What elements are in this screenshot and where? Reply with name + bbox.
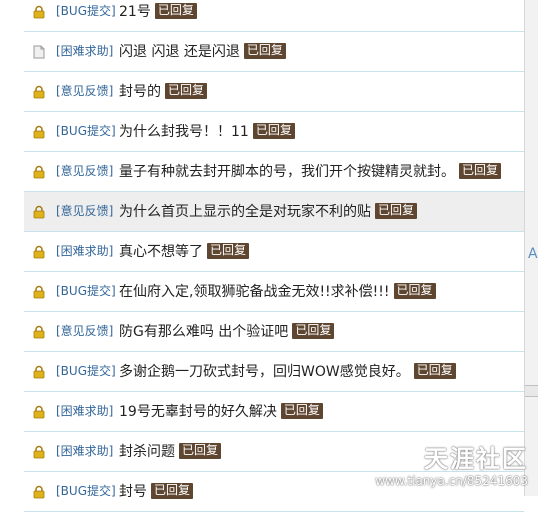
site-watermark: 天涯社区 www.tianya.cn/85241603 bbox=[375, 439, 528, 488]
category-link[interactable]: [BUG提交] bbox=[56, 482, 116, 499]
lock-icon bbox=[33, 245, 45, 259]
side-panel-letter: A bbox=[528, 246, 538, 262]
category-link[interactable]: [BUG提交] bbox=[56, 362, 116, 379]
lock-icon bbox=[33, 5, 45, 19]
category-link[interactable]: [意见反馈] bbox=[56, 82, 113, 99]
replied-badge: 已回复 bbox=[165, 83, 208, 99]
replied-badge: 已回复 bbox=[154, 3, 197, 19]
lock-icon bbox=[33, 205, 45, 219]
document-icon bbox=[33, 45, 45, 59]
thread-title-link[interactable]: 为什么封我号！！11 bbox=[119, 124, 249, 140]
watermark-logo: 天涯社区 bbox=[424, 445, 528, 473]
thread-row[interactable]: [困难求助] 真心不想等了 已回复 bbox=[24, 232, 524, 272]
thread-title-link[interactable]: 21号 bbox=[119, 4, 151, 20]
lock-icon bbox=[33, 285, 45, 299]
category-link[interactable]: [BUG提交] bbox=[56, 282, 116, 299]
thread-title-link[interactable]: 闪退 闪退 还是闪退 bbox=[119, 44, 240, 60]
thread-title-link[interactable]: 为什么首页上显示的全是对玩家不利的贴 bbox=[119, 204, 371, 220]
thread-row[interactable]: [意见反馈] 封号的 已回复 bbox=[24, 72, 524, 112]
category-link[interactable]: [意见反馈] bbox=[56, 202, 113, 219]
replied-badge: 已回复 bbox=[375, 203, 418, 219]
lock-icon bbox=[33, 365, 45, 379]
thread-title-link[interactable]: 19号无辜封号的好久解决 bbox=[119, 404, 277, 420]
thread-title-link[interactable]: 量子有种就去封开脚本的号，我们开个按键精灵就封。 bbox=[119, 164, 455, 180]
thread-row-hovered[interactable]: [意见反馈] 为什么首页上显示的全是对玩家不利的贴 已回复 bbox=[24, 192, 524, 232]
thread-list: [BUG提交] 21号 已回复 [困难求助] 闪退 闪退 还是闪退 已回复 [意见反… bbox=[0, 0, 524, 512]
category-link[interactable]: [意见反馈] bbox=[56, 322, 113, 339]
replied-badge: 已回复 bbox=[179, 443, 222, 459]
thread-row[interactable]: [意见反馈] 量子有种就去封开脚本的号，我们开个按键精灵就封。 已回复 bbox=[24, 152, 524, 192]
category-link[interactable]: [意见反馈] bbox=[56, 162, 113, 179]
thread-title-link[interactable]: 防G有那么难吗 出个验证吧 bbox=[119, 324, 288, 340]
thread-row[interactable]: [意见反馈] 防G有那么难吗 出个验证吧 已回复 bbox=[24, 312, 524, 352]
thread-title-link[interactable]: 封号 bbox=[119, 484, 147, 500]
side-panel-edge[interactable]: A bbox=[524, 0, 538, 496]
thread-row[interactable]: [BUG提交] 在仙府入定,领取狮驼备战金无效!!求补偿!!! 已回复 bbox=[24, 272, 524, 312]
replied-badge: 已回复 bbox=[292, 323, 335, 339]
replied-badge: 已回复 bbox=[393, 283, 436, 299]
category-link[interactable]: [BUG提交] bbox=[56, 2, 116, 19]
replied-badge: 已回复 bbox=[207, 243, 250, 259]
category-link[interactable]: [困难求助] bbox=[56, 402, 113, 419]
lock-icon bbox=[33, 325, 45, 339]
category-link[interactable]: [困难求助] bbox=[56, 42, 113, 59]
category-link[interactable]: [困难求助] bbox=[56, 242, 113, 259]
lock-icon bbox=[33, 445, 45, 459]
replied-badge: 已回复 bbox=[280, 403, 323, 419]
thread-title-link[interactable]: 封杀问题 bbox=[119, 444, 175, 460]
thread-title-link[interactable]: 真心不想等了 bbox=[119, 244, 203, 260]
lock-icon bbox=[33, 85, 45, 99]
replied-badge: 已回复 bbox=[151, 483, 194, 499]
thread-title-link[interactable]: 封号的 bbox=[119, 84, 161, 100]
side-panel-divider bbox=[525, 385, 538, 397]
thread-row[interactable]: [BUG提交] 为什么封我号！！11 已回复 bbox=[24, 112, 524, 152]
thread-row[interactable]: [BUG提交] 多谢企鹅一刀砍式封号，回归WOW感觉良好。 已回复 bbox=[24, 352, 524, 392]
thread-title-link[interactable]: 多谢企鹅一刀砍式封号，回归WOW感觉良好。 bbox=[119, 364, 410, 380]
thread-row[interactable]: [困难求助] 19号无辜封号的好久解决 已回复 bbox=[24, 392, 524, 432]
replied-badge: 已回复 bbox=[243, 43, 286, 59]
watermark-url: www.tianya.cn/85241603 bbox=[375, 474, 528, 488]
replied-badge: 已回复 bbox=[459, 163, 502, 179]
lock-icon bbox=[33, 165, 45, 179]
thread-row[interactable]: [BUG提交] 21号 已回复 bbox=[24, 0, 524, 32]
thread-row[interactable]: [困难求助] 闪退 闪退 还是闪退 已回复 bbox=[24, 32, 524, 72]
category-link[interactable]: [困难求助] bbox=[56, 442, 113, 459]
replied-badge: 已回复 bbox=[413, 363, 456, 379]
lock-icon bbox=[33, 485, 45, 499]
category-link[interactable]: [BUG提交] bbox=[56, 122, 116, 139]
lock-icon bbox=[33, 405, 45, 419]
lock-icon bbox=[33, 125, 45, 139]
replied-badge: 已回复 bbox=[252, 123, 295, 139]
thread-title-link[interactable]: 在仙府入定,领取狮驼备战金无效!!求补偿!!! bbox=[119, 284, 390, 300]
